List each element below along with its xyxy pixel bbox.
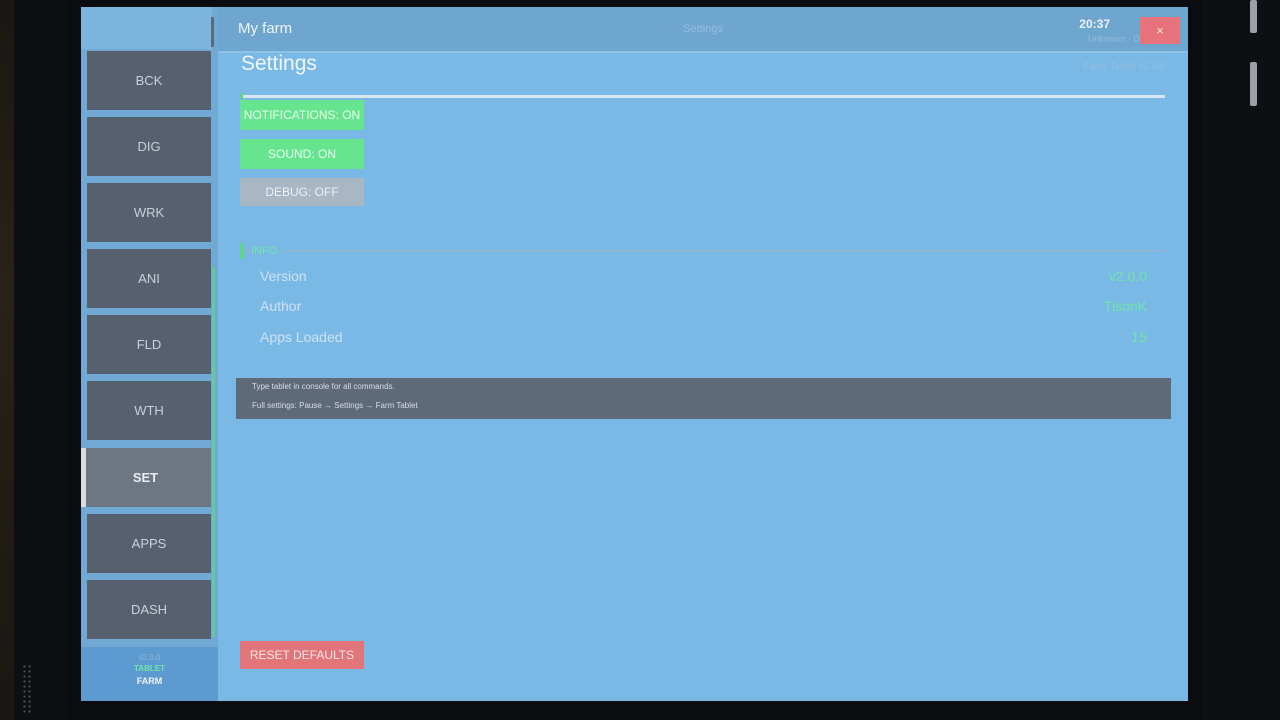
sidebar-accent-line [212, 267, 215, 637]
help-line-full-settings: Full settings: Pause → Settings → Farm T… [252, 401, 418, 410]
help-line-console: Type tablet in console for all commands. [252, 382, 395, 391]
sidebar-item-bck[interactable]: BCK [87, 51, 211, 110]
section-divider [240, 95, 1165, 98]
sidebar: BCK DIG WRK ANI FLD WTH SET APPS DASH v2… [81, 7, 218, 701]
debug-toggle[interactable]: DEBUG: OFF [240, 178, 364, 206]
sidebar-item-dash[interactable]: DASH [87, 580, 211, 639]
info-key-author: Author [260, 298, 302, 314]
top-bar: My farm Settings 20:37 Unknown · Day 21 … [218, 7, 1188, 53]
info-divider-accent [240, 243, 244, 259]
help-box: Type tablet in console for all commands.… [236, 378, 1171, 419]
reset-defaults-button[interactable]: RESET DEFAULTS [240, 641, 364, 669]
background-left-strip [0, 0, 14, 720]
sound-toggle[interactable]: SOUND: ON [240, 139, 364, 169]
window-title: Settings [683, 23, 723, 35]
sidebar-item-dig[interactable]: DIG [87, 117, 211, 176]
page-title: Settings [241, 52, 317, 75]
info-section-label: INFO [251, 245, 282, 257]
page-scrollbar[interactable] [1250, 0, 1258, 720]
brand-logo: v2.0.0 TABLET FARM [81, 647, 218, 701]
sidebar-item-ani[interactable]: ANI [87, 249, 211, 308]
clock: 20:37 [1079, 17, 1110, 31]
tablet-screen: BCK DIG WRK ANI FLD WTH SET APPS DASH v2… [81, 7, 1188, 701]
close-button[interactable]: × [1140, 17, 1180, 44]
info-key-version: Version [260, 268, 307, 284]
dotted-grip-decoration [22, 664, 32, 714]
info-value-apps-loaded: 15 [1131, 329, 1147, 345]
scrollbar-thumb-top[interactable] [1250, 0, 1257, 33]
info-value-author: TisonK [1103, 298, 1147, 314]
info-key-apps-loaded: Apps Loaded [260, 329, 343, 345]
sidebar-item-apps[interactable]: APPS [87, 514, 211, 573]
version-caption: Farm Tablet v2.0.0 [1083, 61, 1166, 72]
sidebar-item-wrk[interactable]: WRK [87, 183, 211, 242]
sidebar-item-fld[interactable]: FLD [87, 315, 211, 374]
sidebar-item-set[interactable]: SET [81, 448, 211, 507]
notifications-toggle[interactable]: NOTIFICATIONS: ON [240, 100, 364, 130]
sidebar-header [81, 7, 212, 49]
brand-farm: FARM [136, 676, 163, 686]
sidebar-divider [211, 17, 214, 47]
scrollbar-thumb[interactable] [1250, 62, 1257, 106]
sidebar-item-wth[interactable]: WTH [87, 381, 211, 440]
brand-version: v2.0.0 [138, 653, 161, 662]
brand-tablet: TABLET [134, 664, 165, 673]
info-divider [240, 250, 1165, 252]
info-value-version: v2.0.0 [1108, 268, 1147, 284]
